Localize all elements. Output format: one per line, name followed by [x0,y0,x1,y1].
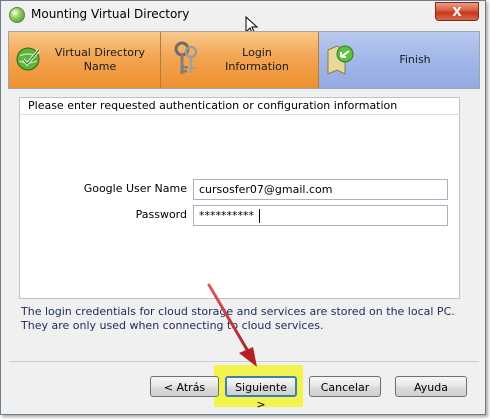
google-user-name-input[interactable] [193,179,448,200]
text-caret [259,209,260,223]
wizard-steps: Virtual Directory Name Login Information [8,31,480,89]
keys-icon [174,41,198,74]
wizard-window: Mounting Virtual Directory X Virtual Dir… [0,0,486,415]
next-button[interactable]: Siguiente > [225,376,297,411]
finish-arrow-icon [327,45,354,75]
step-3-line-1: Finish [399,53,431,66]
step-2-line-2: Information [225,60,289,73]
step-2-line-1: Login [242,46,272,59]
step-finish[interactable]: Finish [319,32,479,88]
help-button[interactable]: Ayuda [395,376,467,397]
password-label: Password [135,208,187,221]
password-input[interactable] [193,205,448,226]
window-title: Mounting Virtual Directory [31,7,190,21]
step-1-line-2: Name [83,60,117,73]
back-button[interactable]: < Atrás [150,376,219,397]
close-button[interactable]: X [435,2,479,21]
step-login-information[interactable]: Login Information [161,32,319,88]
step-virtual-directory-name[interactable]: Virtual Directory Name [9,32,161,88]
app-icon [9,7,25,23]
cancel-button[interactable]: Cancelar [309,376,381,397]
title-bar: Mounting Virtual Directory X [1,1,485,29]
panel-title: Please enter requested authentication or… [28,99,398,112]
panel-divider [19,114,460,115]
step-1-line-1: Virtual Directory [54,46,146,59]
google-user-name-label: Google User Name [83,182,187,195]
annotation-arrow-icon [207,283,257,367]
globe-check-icon [16,47,41,71]
